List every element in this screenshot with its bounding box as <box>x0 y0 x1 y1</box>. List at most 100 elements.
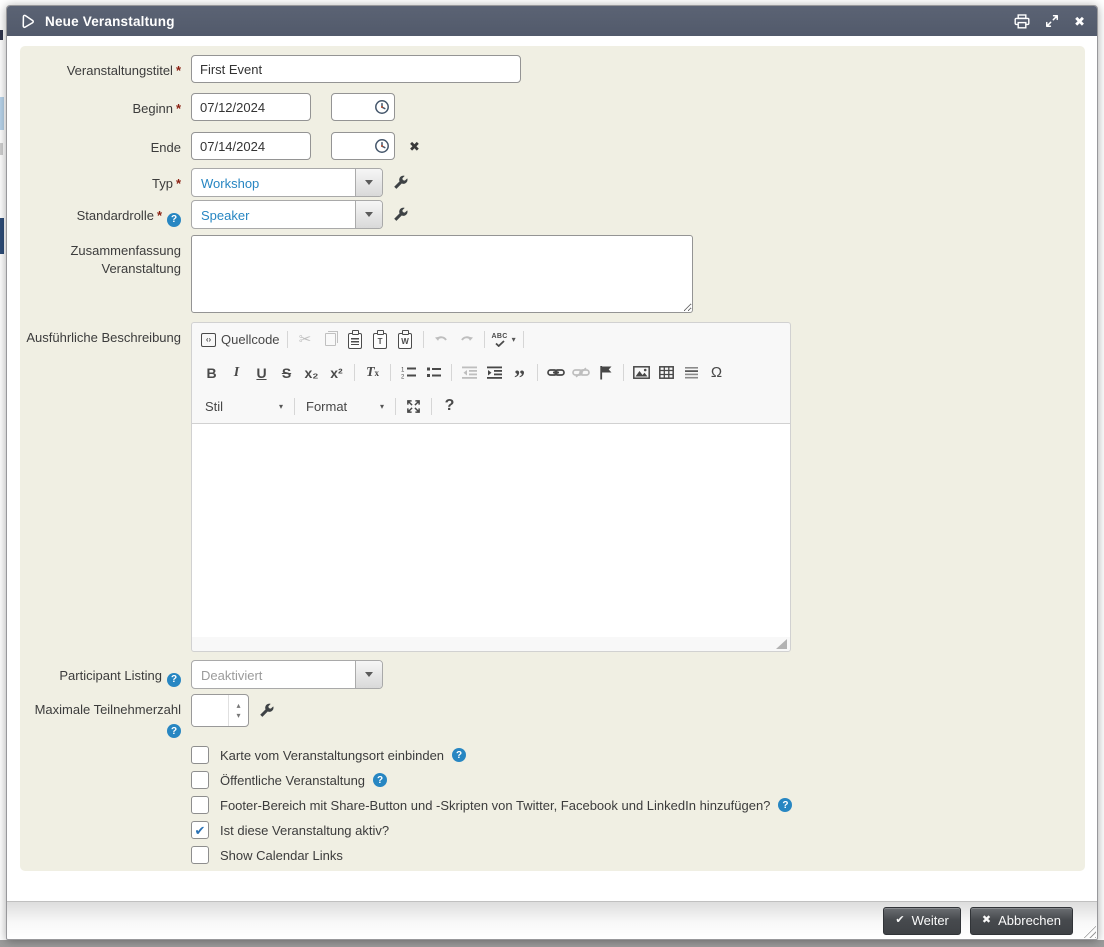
participant-listing-select[interactable]: Deaktiviert <box>191 660 383 689</box>
close-icon[interactable]: ✖ <box>1074 15 1085 28</box>
field-row-max-participants: Maximale Teilnehmerzahl? ▴▾ <box>20 694 1085 738</box>
styles-combo[interactable]: Stil▾ <box>199 394 289 418</box>
horizontal-rule-icon[interactable] <box>679 361 704 385</box>
chevron-down-icon <box>365 672 373 681</box>
title-label: Veranstaltungstitel <box>67 63 173 78</box>
summary-textarea[interactable] <box>191 235 693 313</box>
outdent-icon <box>457 361 482 385</box>
page-fragment <box>0 30 3 40</box>
print-icon[interactable] <box>1014 14 1030 29</box>
map-checkbox[interactable]: ✔ <box>191 746 209 764</box>
cut-icon: ✂ <box>293 328 318 352</box>
checkbox-row-active: ✔ Ist diese Veranstaltung aktiv? <box>191 821 1085 839</box>
help-icon[interactable]: ? <box>167 213 181 227</box>
max-participants-spinner[interactable]: ▴▾ <box>191 694 249 727</box>
image-icon[interactable] <box>629 361 654 385</box>
begin-date-input[interactable] <box>191 93 311 121</box>
field-row-title: Veranstaltungstitel* <box>20 55 1085 83</box>
strikethrough-icon[interactable]: S <box>274 361 299 385</box>
subscript-icon[interactable]: x₂ <box>299 361 324 385</box>
redo-icon <box>454 328 479 352</box>
next-button[interactable]: ✔Weiter <box>883 907 961 935</box>
event-active-checkbox[interactable]: ✔ <box>191 821 209 839</box>
editor-toolbar-row-1: ‹›Quellcode ✂ T W ABC ▾ <box>192 323 790 356</box>
clock-icon <box>374 99 390 115</box>
map-checkbox-label: Karte vom Veranstaltungsort einbinden <box>220 748 444 763</box>
italic-icon[interactable]: I <box>224 361 249 385</box>
field-row-participant-listing: Participant Listing? Deaktiviert <box>20 660 1085 689</box>
dialog-titlebar[interactable]: Neue Veranstaltung ✖ <box>7 6 1097 36</box>
spellcheck-button[interactable]: ABC ▾ <box>490 328 518 352</box>
dialog-title: Neue Veranstaltung <box>45 14 175 29</box>
public-event-checkbox[interactable]: ✔ <box>191 771 209 789</box>
editor-toolbar-row-2: B I U S x₂ x² Tx 12 ” <box>192 356 790 389</box>
editor-content-area[interactable] <box>192 423 790 637</box>
paste-word-icon[interactable]: W <box>393 328 418 352</box>
field-row-summary: Zusammenfassung Veranstaltung <box>20 235 1085 313</box>
edit-options-wrench-icon[interactable] <box>393 175 408 195</box>
help-icon[interactable]: ? <box>778 798 792 812</box>
format-combo[interactable]: Format▾ <box>300 394 390 418</box>
chevron-down-icon: ▾ <box>380 402 384 411</box>
about-icon[interactable]: ? <box>437 394 462 418</box>
edit-options-wrench-icon[interactable] <box>393 207 408 227</box>
cancel-button[interactable]: ✖Abbrechen <box>970 907 1073 935</box>
end-date-input[interactable] <box>191 132 311 160</box>
chevron-down-icon: ▾ <box>279 402 283 411</box>
bulleted-list-icon[interactable] <box>421 361 446 385</box>
clear-end-date-icon[interactable]: ✖ <box>409 139 420 155</box>
remove-format-icon[interactable]: Tx <box>360 361 385 385</box>
numbered-list-icon[interactable]: 12 <box>396 361 421 385</box>
editor-resize-grip[interactable] <box>776 639 787 649</box>
editor-bottom-bar <box>192 637 790 651</box>
event-type-select[interactable]: Workshop <box>191 168 383 197</box>
superscript-icon[interactable]: x² <box>324 361 349 385</box>
max-participants-input[interactable] <box>192 695 228 726</box>
blockquote-icon[interactable]: ” <box>507 366 532 390</box>
help-icon[interactable]: ? <box>167 724 181 738</box>
required-marker: * <box>176 63 181 78</box>
end-label: Ende <box>151 140 181 155</box>
paste-icon[interactable] <box>343 328 368 352</box>
underline-icon[interactable]: U <box>249 361 274 385</box>
expand-icon[interactable] <box>1045 14 1059 28</box>
special-char-icon[interactable]: Ω <box>704 361 729 385</box>
default-role-select[interactable]: Speaker <box>191 200 383 229</box>
page-fragment <box>0 97 4 130</box>
calendar-links-checkbox[interactable]: ✔ <box>191 846 209 864</box>
source-button[interactable]: ‹›Quellcode <box>199 328 282 352</box>
select-dropdown-button[interactable] <box>355 661 382 688</box>
event-title-input[interactable] <box>191 55 521 83</box>
bold-icon[interactable]: B <box>199 361 224 385</box>
chevron-down-icon: ▾ <box>512 335 516 344</box>
maximize-icon[interactable] <box>401 394 426 418</box>
summary-label: Zusammenfassung Veranstaltung <box>70 243 181 276</box>
required-marker: * <box>176 176 181 191</box>
anchor-flag-icon[interactable] <box>593 361 618 385</box>
spinner-down-icon[interactable]: ▾ <box>236 712 240 720</box>
select-dropdown-button[interactable] <box>355 169 382 196</box>
checkbox-row-social-footer: ✔ Footer-Bereich mit Share-Button und -S… <box>191 796 1085 814</box>
chevron-down-icon <box>365 180 373 189</box>
event-active-checkbox-label: Ist diese Veranstaltung aktiv? <box>220 823 389 838</box>
page-fragment <box>0 218 4 254</box>
field-row-description: Ausführliche Beschreibung ‹›Quellcode ✂ … <box>20 322 1085 652</box>
spinner-up-icon[interactable]: ▴ <box>236 702 240 710</box>
max-participants-label: Maximale Teilnehmerzahl <box>35 702 181 717</box>
required-marker: * <box>157 208 162 223</box>
help-icon[interactable]: ? <box>373 773 387 787</box>
indent-icon[interactable] <box>482 361 507 385</box>
social-footer-checkbox[interactable]: ✔ <box>191 796 209 814</box>
paste-text-icon[interactable]: T <box>368 328 393 352</box>
undo-icon <box>429 328 454 352</box>
checkbox-row-public: ✔ Öffentliche Veranstaltung ? <box>191 771 1085 789</box>
select-dropdown-button[interactable] <box>355 201 382 228</box>
begin-label: Beginn <box>132 101 172 116</box>
editor-toolbar-row-3: Stil▾ Format▾ ? <box>192 389 790 423</box>
help-icon[interactable]: ? <box>452 748 466 762</box>
link-icon[interactable] <box>543 361 568 385</box>
table-icon[interactable] <box>654 361 679 385</box>
help-icon[interactable]: ? <box>167 673 181 687</box>
edit-options-wrench-icon[interactable] <box>259 703 274 723</box>
dialog-button-bar: ✔Weiter ✖Abbrechen <box>7 901 1097 939</box>
